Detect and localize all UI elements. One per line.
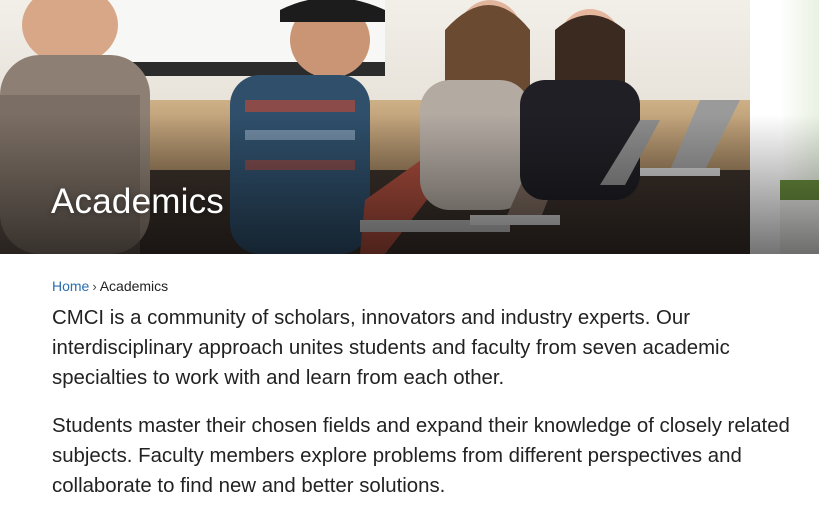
intro-content: CMCI is a community of scholars, innovat… [52,303,812,519]
page-title: Academics [51,182,224,221]
breadcrumb: Home › Academics [52,277,168,296]
breadcrumb-home-link[interactable]: Home [52,278,89,294]
hero-banner: Academics [0,0,819,254]
breadcrumb-current: Academics [99,278,169,294]
breadcrumb-separator: › [92,279,97,294]
intro-paragraph-2: Students master their chosen fields and … [52,415,790,497]
intro-paragraph-1: CMCI is a community of scholars, innovat… [52,307,730,389]
